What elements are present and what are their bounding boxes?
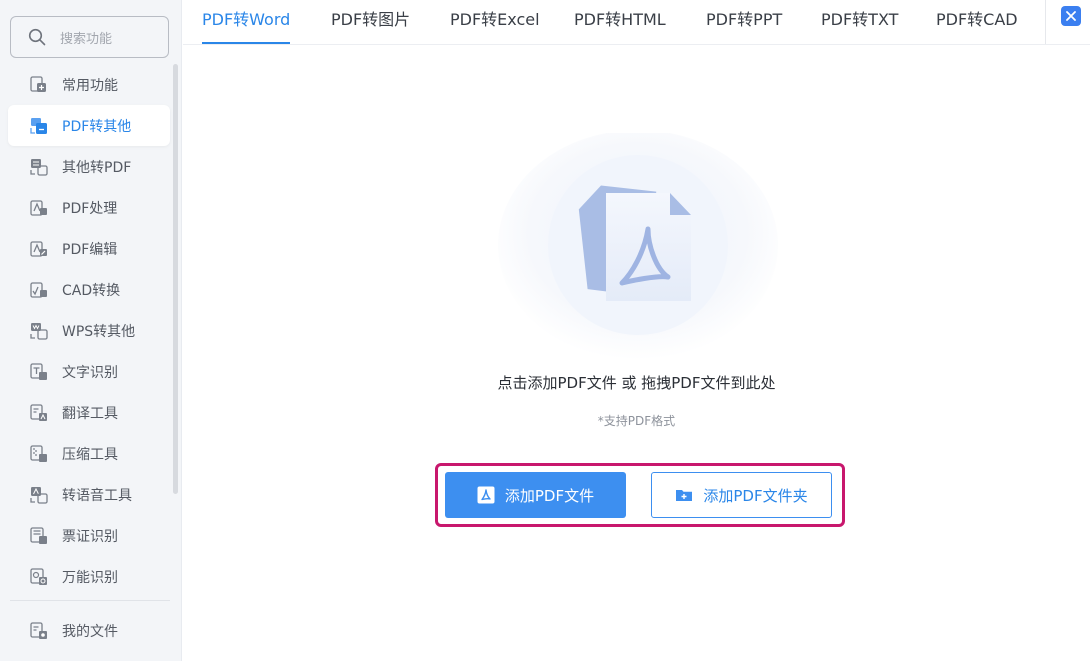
sidebar-item-label: 翻译工具 — [62, 405, 118, 422]
sidebar-item-ticket[interactable]: 票证识别 — [0, 515, 182, 556]
sidebar-item-pdf-to-other[interactable]: PDF转其他 — [8, 105, 170, 146]
add-pdf-folder-label: 添加PDF文件夹 — [703, 486, 808, 505]
sidebar-item-label: 票证识别 — [62, 528, 118, 545]
sidebar-item-label: PDF转其他 — [62, 118, 132, 135]
add-pdf-folder-button[interactable]: 添加PDF文件夹 — [651, 472, 832, 518]
my-files-icon — [30, 621, 47, 639]
sidebar-item-ocr[interactable]: 文字识别 — [0, 351, 182, 392]
sidebar-item-other-to-pdf[interactable]: 其他转PDF — [0, 146, 182, 187]
text-recognition-icon — [30, 362, 47, 380]
compress-icon — [30, 444, 47, 462]
sidebar-nav: 常用功能 PDF转其他 其他转PDF PDF处理 PDF编辑 CAD转换 WPS… — [0, 64, 182, 597]
search-placeholder: 搜索功能 — [60, 31, 113, 47]
sidebar-item-translate[interactable]: 翻译工具 — [0, 392, 182, 433]
cad-convert-icon — [30, 281, 47, 298]
other-to-pdf-icon — [30, 158, 48, 176]
sidebar-item-label: 常用功能 — [62, 77, 118, 94]
text-to-speech-icon — [30, 486, 48, 504]
sidebar-divider — [10, 600, 170, 601]
sidebar-item-label: 压缩工具 — [62, 446, 118, 463]
sidebar-item-tts[interactable]: 转语音工具 — [0, 474, 182, 515]
sidebar-item-label: 文字识别 — [62, 364, 118, 381]
sidebar: 搜索功能 常用功能 PDF转其他 其他转PDF PDF处理 PDF编辑 CAD转… — [0, 0, 182, 661]
pdf-edit-icon — [30, 240, 47, 257]
tab-pdf-to-word[interactable]: PDF转Word — [202, 0, 291, 44]
pdf-process-icon — [30, 199, 47, 216]
ticket-recognition-icon — [30, 526, 47, 544]
add-pdf-file-label: 添加PDF文件 — [504, 486, 595, 505]
sidebar-item-label: 转语音工具 — [62, 487, 132, 504]
tab-pdf-to-cad[interactable]: PDF转CAD — [936, 0, 1018, 44]
sidebar-item-common[interactable]: 常用功能 — [0, 64, 182, 105]
universal-recognition-icon — [30, 567, 47, 585]
wps-convert-icon — [30, 322, 48, 340]
pdf-to-other-icon — [30, 117, 47, 134]
sidebar-item-label: 我的文件 — [62, 623, 118, 640]
sidebar-item-label: 万能识别 — [62, 569, 118, 586]
format-hint: *支持PDF格式 — [597, 414, 676, 428]
tab-pdf-to-ppt[interactable]: PDF转PPT — [706, 0, 782, 44]
tab-pdf-to-txt[interactable]: PDF转TXT — [821, 0, 898, 44]
close-button[interactable] — [1061, 6, 1081, 26]
tab-bar: PDF转Word PDF转图片 PDF转Excel PDF转HTML PDF转P… — [183, 0, 1090, 45]
pdf-file-icon — [477, 486, 495, 504]
tab-pdf-to-html[interactable]: PDF转HTML — [574, 0, 666, 44]
search-box[interactable]: 搜索功能 — [10, 16, 169, 58]
close-icon — [1066, 11, 1076, 21]
sidebar-item-label: PDF处理 — [62, 200, 118, 217]
translate-icon — [30, 403, 47, 421]
sidebar-item-cad[interactable]: CAD转换 — [0, 269, 182, 310]
search-icon — [28, 28, 46, 46]
sidebar-item-my-files[interactable]: 我的文件 — [0, 610, 182, 651]
sidebar-item-label: CAD转换 — [62, 282, 121, 299]
sidebar-item-wps[interactable]: WPS转其他 — [0, 310, 182, 351]
folder-add-icon — [676, 490, 693, 501]
tab-pdf-to-excel[interactable]: PDF转Excel — [450, 0, 540, 44]
tab-pdf-to-image[interactable]: PDF转图片 — [331, 0, 410, 44]
tab-separator — [1045, 0, 1046, 44]
common-functions-icon — [30, 75, 46, 92]
sidebar-item-universal[interactable]: 万能识别 — [0, 556, 182, 597]
pdf-drop-illustration-icon — [498, 133, 778, 360]
sidebar-scrollbar[interactable] — [173, 64, 178, 494]
sidebar-item-compress[interactable]: 压缩工具 — [0, 433, 182, 474]
sidebar-item-label: WPS转其他 — [62, 323, 136, 340]
drop-prompt: 点击添加PDF文件 或 拖拽PDF文件到此处 — [497, 374, 776, 392]
add-pdf-file-button[interactable]: 添加PDF文件 — [445, 472, 626, 518]
sidebar-item-label: 其他转PDF — [62, 159, 132, 176]
sidebar-item-pdf-process[interactable]: PDF处理 — [0, 187, 182, 228]
sidebar-item-label: PDF编辑 — [62, 241, 118, 258]
sidebar-item-pdf-edit[interactable]: PDF编辑 — [0, 228, 182, 269]
